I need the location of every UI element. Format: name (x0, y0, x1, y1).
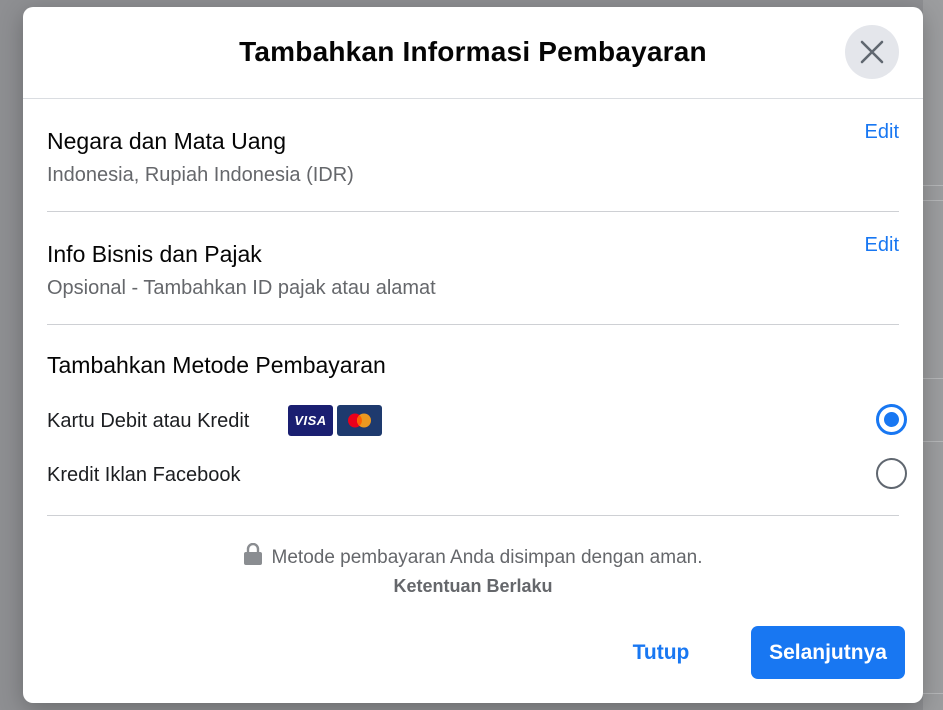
payment-option-label: Kartu Debit atau Kredit (47, 410, 250, 432)
radio-ad-credit[interactable] (876, 458, 907, 489)
divider (47, 324, 899, 325)
close-icon (860, 40, 884, 64)
country-currency-value: Indonesia, Rupiah Indonesia (IDR) (47, 164, 354, 186)
close-button[interactable] (845, 25, 899, 79)
visa-label: VISA (294, 413, 327, 428)
business-tax-value: Opsional - Tambahkan ID pajak atau alama… (47, 277, 436, 299)
mastercard-icon (337, 405, 382, 436)
payment-option-card[interactable]: Kartu Debit atau Kredit VISA (47, 402, 907, 442)
business-tax-section: Info Bisnis dan Pajak Opsional - Tambahk… (47, 234, 899, 300)
secure-notice: Metode pembayaran Anda disimpan dengan a… (23, 543, 923, 569)
dialog-title: Tambahkan Informasi Pembayaran (239, 36, 707, 67)
payment-method-title: Tambahkan Metode Pembayaran (47, 352, 386, 378)
close-dialog-button[interactable]: Tutup (615, 627, 707, 679)
terms-link[interactable]: Ketentuan Berlaku (23, 576, 923, 597)
payment-option-label: Kredit Iklan Facebook (47, 464, 241, 486)
payment-info-dialog: Tambahkan Informasi Pembayaran Negara da… (23, 7, 923, 703)
edit-country-link[interactable]: Edit (865, 121, 899, 144)
next-button[interactable]: Selanjutnya (751, 626, 905, 679)
country-currency-section: Negara dan Mata Uang Indonesia, Rupiah I… (47, 121, 899, 187)
secure-text: Metode pembayaran Anda disimpan dengan a… (271, 547, 703, 568)
backdrop (923, 0, 943, 710)
visa-badge: VISA (288, 405, 333, 436)
business-tax-title: Info Bisnis dan Pajak (47, 241, 262, 267)
edit-business-link[interactable]: Edit (865, 234, 899, 257)
payment-option-ad-credit[interactable]: Kredit Iklan Facebook (47, 456, 907, 496)
divider (47, 211, 899, 212)
dialog-header: Tambahkan Informasi Pembayaran (23, 7, 923, 99)
country-currency-title: Negara dan Mata Uang (47, 128, 287, 154)
divider (47, 515, 899, 516)
radio-card-selected[interactable] (876, 404, 907, 435)
lock-icon (243, 543, 262, 565)
